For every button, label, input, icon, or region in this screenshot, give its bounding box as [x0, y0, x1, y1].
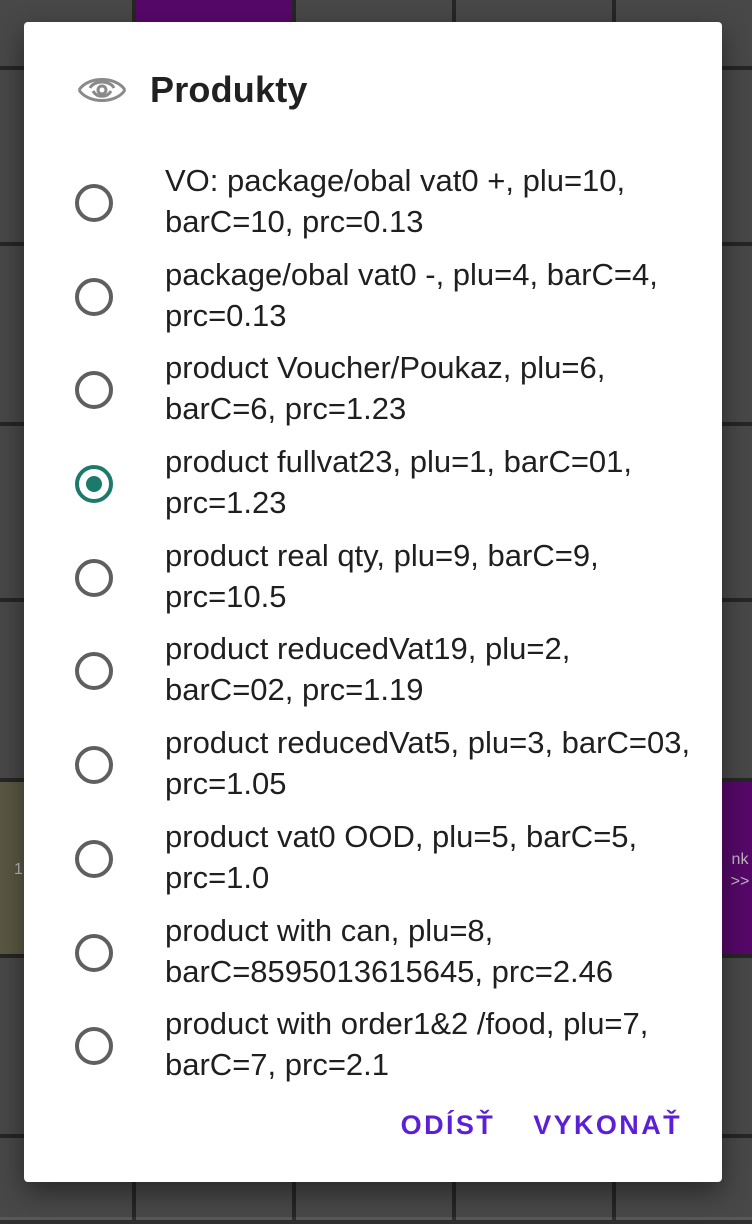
radio-button[interactable]	[75, 184, 113, 222]
product-option[interactable]: package/obal vat0 -, plu=4, barC=4, prc=…	[24, 240, 722, 334]
product-option-label: product with order1&2 /food, plu=7, barC…	[165, 1006, 649, 1083]
product-option[interactable]: product with order1&2 /food, plu=7, barC…	[24, 989, 722, 1083]
cancel-button[interactable]: ODÍSŤ	[401, 1110, 496, 1141]
dialog-title: Produkty	[150, 69, 308, 110]
product-option[interactable]: product reducedVat19, plu=2, barC=02, pr…	[24, 614, 722, 708]
radio-button[interactable]	[75, 839, 113, 878]
confirm-button[interactable]: VYKONAŤ	[533, 1110, 682, 1141]
product-option-label: product reducedVat5, plu=3, barC=03, prc…	[165, 725, 691, 802]
radio-button[interactable]	[75, 933, 113, 972]
eye-icon	[77, 78, 127, 102]
product-option[interactable]: product Voucher/Poukaz, plu=6, barC=6, p…	[24, 333, 722, 427]
radio-button[interactable]	[75, 652, 113, 691]
dialog-header: Produkty	[76, 69, 308, 110]
dialog-actions: ODÍSŤ VYKONAŤ	[401, 1110, 682, 1141]
product-option[interactable]: product reducedVat5, plu=3, barC=03, prc…	[24, 708, 722, 802]
product-radio-list: VO: package/obal vat0 +, plu=10, barC=10…	[24, 146, 722, 1083]
product-option-label: product reducedVat19, plu=2, barC=02, pr…	[165, 631, 571, 708]
radio-button[interactable]	[75, 277, 113, 316]
product-option-label: product vat0 OOD, plu=5, barC=5, prc=1.0	[165, 818, 638, 895]
product-option-label: product real qty, plu=9, barC=9, prc=10.…	[165, 537, 599, 614]
product-option-label: product fullvat23, plu=1, barC=01, prc=1…	[165, 444, 633, 521]
product-option[interactable]: product vat0 OOD, plu=5, barC=5, prc=1.0	[24, 802, 722, 896]
product-option-label: package/obal vat0 -, plu=4, barC=4, prc=…	[165, 256, 658, 333]
product-option-label: VO: package/obal vat0 +, plu=10, barC=10…	[165, 163, 626, 239]
product-option[interactable]: VO: package/obal vat0 +, plu=10, barC=10…	[24, 146, 722, 240]
radio-checked-dot	[86, 476, 102, 493]
product-option[interactable]: product with can, plu=8, barC=8595013615…	[24, 896, 722, 990]
radio-button[interactable]	[75, 746, 113, 785]
product-option-label: product with can, plu=8, barC=8595013615…	[165, 912, 614, 989]
product-option-label: product Voucher/Poukaz, plu=6, barC=6, p…	[165, 350, 606, 427]
product-option[interactable]: product real qty, plu=9, barC=9, prc=10.…	[24, 521, 722, 615]
radio-button[interactable]	[75, 1027, 113, 1066]
product-option-selected[interactable]: product fullvat23, plu=1, barC=01, prc=1…	[24, 427, 722, 521]
products-dialog: Produkty VO: package/obal vat0 +, plu=10…	[24, 22, 722, 1182]
radio-button[interactable]	[75, 558, 113, 597]
radio-button[interactable]	[75, 371, 113, 410]
radio-button-checked[interactable]	[75, 465, 113, 504]
